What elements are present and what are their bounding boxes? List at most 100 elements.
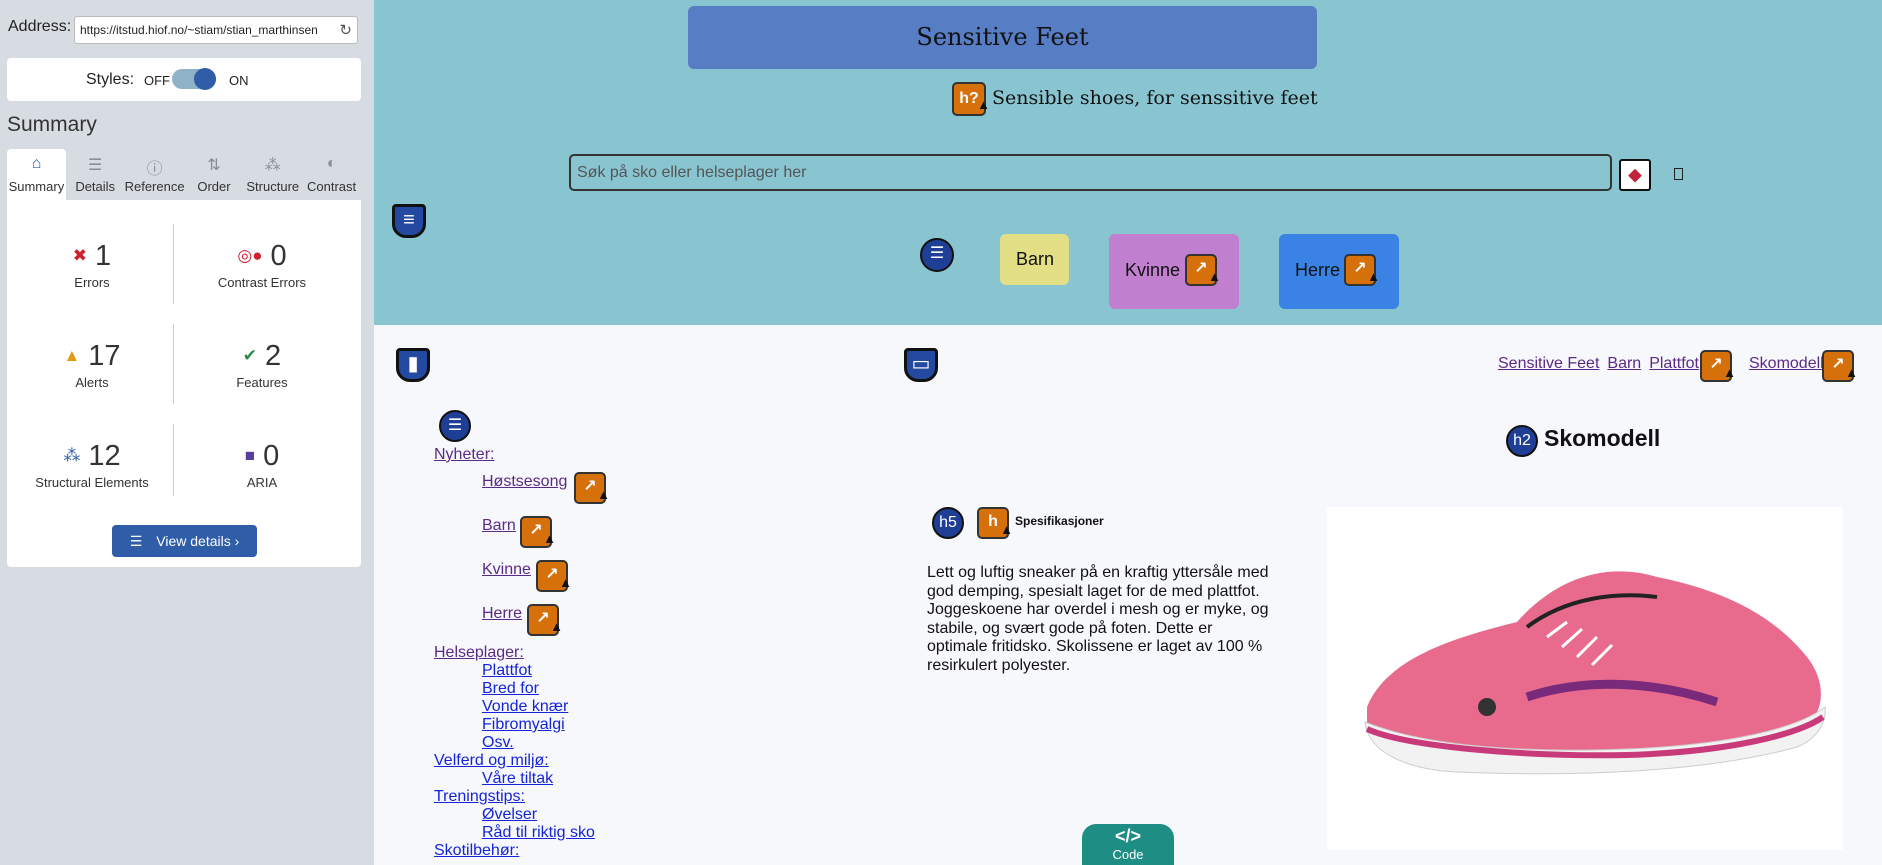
warning-icon: ▲ (1000, 522, 1013, 537)
menu-nyheter[interactable]: Nyheter: (434, 446, 595, 470)
tab-label: Contrast (307, 179, 357, 194)
tab-label: Order (197, 179, 231, 194)
breadcrumb: Sensitive Feet Barn Plattfot Skomodell (1498, 355, 1832, 373)
stat-errors[interactable]: ✖ 1 Errors (12, 240, 172, 290)
h5-badge-icon[interactable]: h5 (932, 507, 964, 539)
breadcrumb-skomodell[interactable]: Skomodell (1749, 355, 1824, 372)
search-input[interactable]: Søk på sko eller helseplager her (569, 154, 1612, 191)
menu-treningstips[interactable]: Treningstips: (434, 788, 595, 806)
stat-structural-elements[interactable]: ⁂ 12 Structural Elements (12, 440, 172, 490)
nav-label: Kvinne (1125, 260, 1181, 280)
stat-label: Alerts (75, 375, 109, 390)
menu-rad-til-riktig-sko[interactable]: Råd til riktig sko (482, 824, 595, 842)
stat-aria[interactable]: ■ 0 ARIA (182, 440, 342, 490)
spec-heading: Spesifikasjoner (1015, 514, 1104, 528)
nav-label: Herre (1295, 260, 1341, 280)
warning-icon: ▲ (543, 531, 556, 546)
redundant-link-icon[interactable]: ↗ ▲ (1700, 350, 1736, 382)
tab-contrast[interactable]: ◐ Contrast (302, 149, 361, 201)
shoe-image (1327, 507, 1843, 850)
redundant-link-icon[interactable]: ↗ ▲ (574, 472, 610, 504)
menu-fibromyalgi[interactable]: Fibromyalgi (482, 716, 595, 734)
side-menu: Nyheter: Høstsesong Barn Kvinne Herre He… (434, 446, 595, 860)
menu-velferd[interactable]: Velferd og miljø: (434, 752, 595, 770)
stat-value: 17 (88, 340, 121, 372)
warning-icon: ▲ (559, 575, 572, 590)
menu-skotilbehor[interactable]: Skotilbehør: (434, 842, 595, 860)
summary-panel: ✖ 1 Errors ◎● 0 Contrast Errors ▲ 17 Alerts ✔ 2… (7, 200, 361, 567)
divider (173, 224, 174, 304)
site-brand[interactable]: Sensitive Feet (688, 6, 1317, 69)
heading-alert-icon[interactable]: h? ▲ (952, 82, 990, 116)
error-icon: ✖ (72, 246, 88, 265)
tab-reference[interactable]: ⓘ Reference (124, 149, 185, 201)
styles-on-label: ON (229, 73, 249, 88)
nav-barn[interactable]: Barn (1000, 234, 1069, 285)
menu-vare-tiltak[interactable]: Våre tiltak (482, 770, 595, 788)
stat-alerts[interactable]: ▲ 17 Alerts (12, 340, 172, 390)
label-error-icon[interactable]: ⬥ (1619, 159, 1651, 191)
warning-icon: ▲ (597, 487, 610, 502)
tab-summary[interactable]: ⌂ Summary (7, 149, 66, 201)
breadcrumb-barn[interactable]: Barn (1607, 355, 1641, 372)
stat-features[interactable]: ✔ 2 Features (182, 340, 342, 390)
tab-label: Details (75, 179, 116, 194)
tab-details[interactable]: ☰ Details (65, 149, 125, 201)
wave-tabs: ⌂ Summary ☰ Details ⓘ Reference ⇅ Order ⁂ Str… (7, 149, 361, 201)
list-structure-icon[interactable]: ☰ (920, 238, 954, 272)
redundant-link-icon[interactable]: ↗ ▲ (527, 604, 563, 636)
address-input[interactable]: https://itstud.hiof.no/~stiam/stian_mart… (74, 16, 358, 44)
stat-value: 1 (95, 240, 112, 272)
breadcrumb-plattfot[interactable]: Plattfot (1649, 355, 1699, 372)
breadcrumb-sensitive-feet[interactable]: Sensitive Feet (1498, 355, 1599, 372)
menu-bred-for[interactable]: Bred for (482, 680, 595, 698)
order-icon: ⇅ (207, 157, 221, 174)
styles-toggle[interactable] (172, 68, 216, 90)
menu-helseplager[interactable]: Helseplager: (434, 644, 595, 662)
styles-toggle-box: Styles: OFF ON (7, 58, 361, 101)
stat-value: 2 (265, 340, 282, 372)
main-landmark-icon[interactable]: ▭ (904, 348, 938, 382)
h2-badge-icon[interactable]: h2 (1506, 425, 1538, 457)
redundant-link-icon[interactable]: ↗ ▲ (1822, 350, 1858, 382)
menu-osv[interactable]: Osv. (482, 734, 595, 752)
tab-label: Summary (8, 179, 65, 194)
redundant-link-icon[interactable]: ↗ ▲ (1185, 254, 1221, 286)
list-structure-icon[interactable]: ☰ (439, 410, 471, 442)
menu-plattfot[interactable]: Plattfot (482, 662, 595, 680)
redundant-link-icon[interactable]: ↗ ▲ (1344, 254, 1380, 286)
address-value: https://itstud.hiof.no/~stiam/stian_mart… (80, 23, 318, 37)
redundant-link-icon[interactable]: ↗ ▲ (536, 560, 572, 592)
warning-icon: ▲ (1723, 365, 1736, 380)
summary-title: Summary (7, 113, 97, 136)
stat-label: Contrast Errors (217, 275, 307, 290)
menu-vonde-knaer[interactable]: Vonde knær (482, 698, 595, 716)
code-button[interactable]: </> Code (1082, 824, 1174, 865)
view-details-button[interactable]: ☰ View details › (112, 525, 257, 557)
toggle-knob (194, 68, 216, 90)
tab-structure[interactable]: ⁂ Structure (243, 149, 303, 201)
aria-icon: ■ (244, 446, 256, 465)
aside-landmark-icon[interactable]: ▮ (396, 348, 430, 382)
redundant-link-icon[interactable]: ↗ ▲ (520, 516, 556, 548)
stat-value: 0 (270, 240, 287, 272)
heading-alert-icon[interactable]: h ▲ (977, 507, 1013, 539)
tab-order[interactable]: ⇅ Order (184, 149, 244, 201)
nav-herre[interactable]: Herre (1279, 234, 1399, 309)
list-icon: ☰ (129, 533, 143, 549)
stat-label: Structural Elements (35, 475, 149, 490)
stat-label: ARIA (246, 475, 278, 490)
styles-label: Styles: (86, 71, 135, 88)
address-label: Address: (8, 18, 72, 35)
reload-icon[interactable]: ↻ (339, 21, 352, 39)
nav-label: Barn (1016, 249, 1055, 269)
wave-sidebar: Address: https://itstud.hiof.no/~stiam/s… (0, 0, 374, 865)
product-description: Lett og luftig sneaker på en kraftig ytt… (927, 564, 1269, 674)
menu-ovelser[interactable]: Øvelser (482, 806, 595, 824)
navigation-landmark-icon[interactable]: ≡ (392, 204, 426, 238)
stat-contrast-errors[interactable]: ◎● 0 Contrast Errors (182, 240, 342, 290)
styles-off-label: OFF (144, 73, 170, 88)
stat-value: 12 (88, 440, 121, 472)
page-title: Skomodell (1544, 425, 1661, 451)
stat-label: Features (236, 375, 288, 390)
